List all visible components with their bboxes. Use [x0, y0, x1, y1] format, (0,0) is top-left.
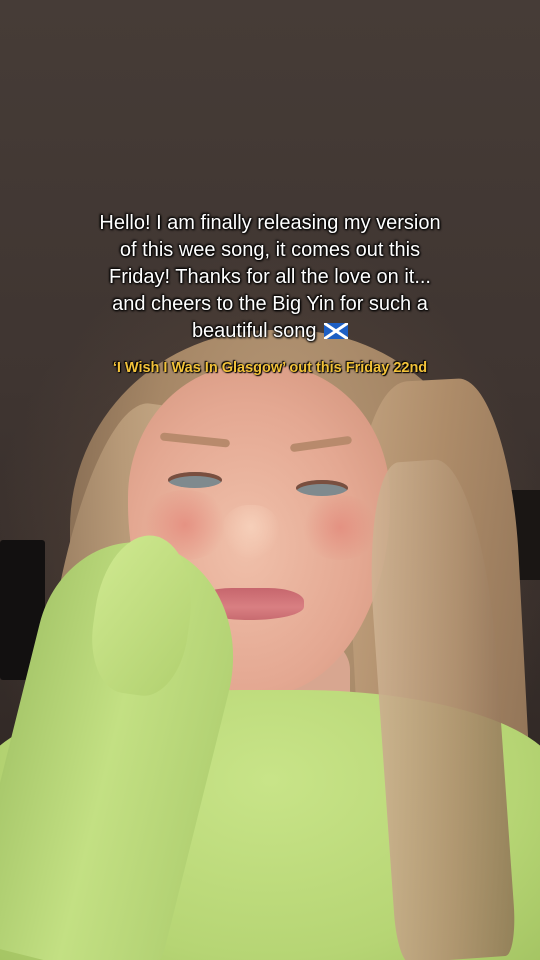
release-subcaption: ‘I Wish I Was In Glasgow’ out this Frida… — [112, 360, 428, 376]
caption-line: Hello! I am finally releasing my version — [99, 212, 441, 234]
cheek — [300, 495, 380, 560]
video-caption: Hello! I am finally releasing my version… — [20, 210, 520, 345]
video-frame[interactable] — [0, 0, 540, 960]
caption-line: Friday! Thanks for all the love on it... — [108, 266, 431, 288]
caption-line: beautiful song — [191, 320, 317, 342]
eye — [168, 472, 222, 488]
scotland-flag-icon — [324, 323, 349, 339]
caption-line: of this wee song, it comes out this — [119, 239, 421, 261]
caption-line-last: beautiful song — [20, 318, 520, 345]
eye — [296, 480, 348, 496]
nose — [222, 505, 280, 560]
caption-line: and cheers to the Big Yin for such a — [112, 293, 428, 315]
